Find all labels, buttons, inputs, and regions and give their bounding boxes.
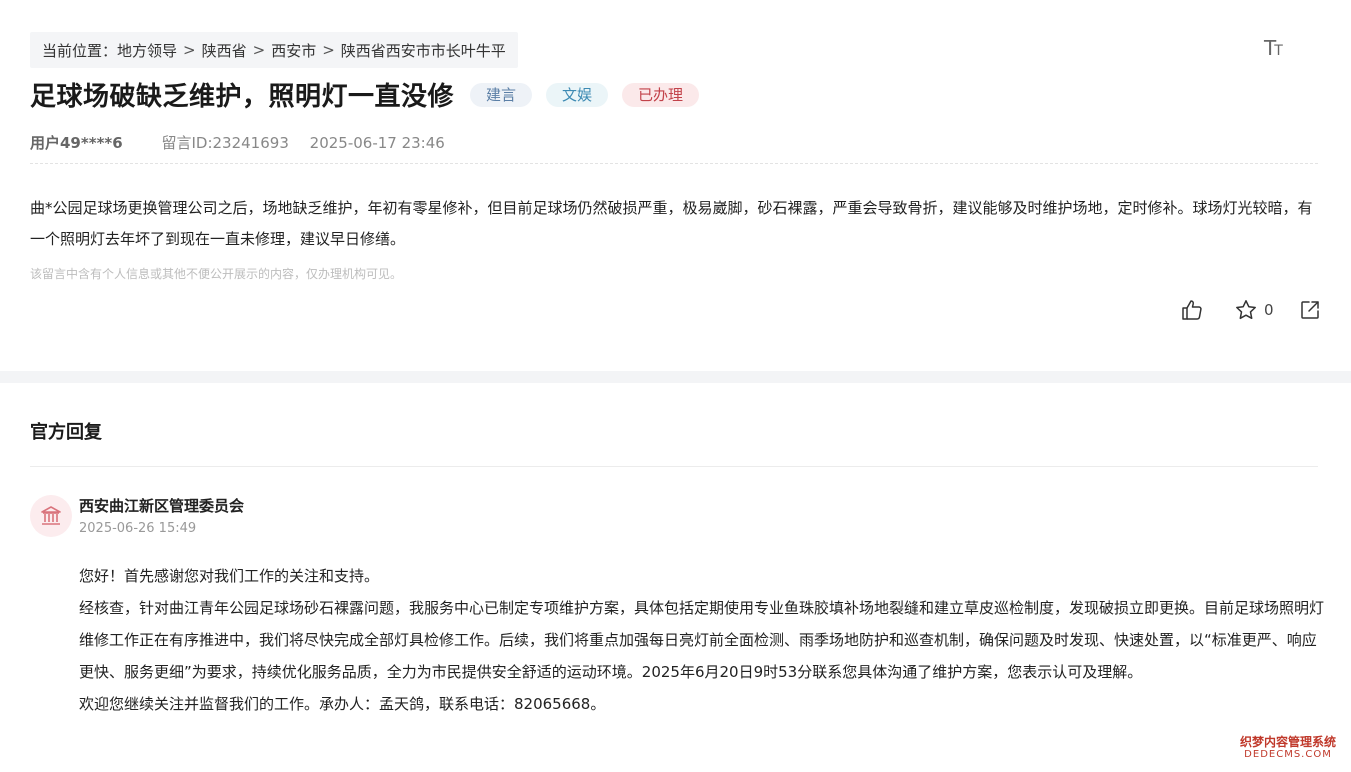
watermark-logo: 织梦内容管理系统 DEDECMS.COM (1240, 736, 1336, 760)
font-size-icon[interactable]: TT (1264, 36, 1283, 60)
post-actions: 0 (1180, 298, 1322, 322)
reply-heading: 官方回复 (30, 422, 102, 443)
breadcrumb-item-city[interactable]: 西安市 (271, 40, 316, 61)
share-button[interactable] (1298, 298, 1322, 322)
divider (30, 163, 1318, 164)
favorite-count: 0 (1264, 301, 1274, 319)
star-icon (1236, 300, 1256, 320)
post-user: 用户49****6 (30, 134, 123, 152)
watermark-line1: 织梦内容管理系统 (1240, 735, 1337, 749)
post-body: 曲*公园足球场更换管理公司之后，场地缺乏维护，年初有零星修补，但目前足球场仍然破… (30, 199, 1313, 248)
breadcrumb-separator: > (252, 41, 266, 59)
favorite-button[interactable]: 0 (1234, 298, 1274, 322)
thumbs-up-icon (1182, 300, 1202, 320)
watermark-line2: DEDECMS.COM (1244, 749, 1332, 760)
tag-culture: 文娱 (546, 82, 609, 107)
avatar (30, 495, 72, 537)
page: 当前位置： 地方领导 > 陕西省 > 西安市 > 陕西省西安市市长叶牛平 TT … (0, 0, 1351, 772)
government-building-icon (41, 506, 61, 525)
like-button[interactable] (1180, 298, 1204, 322)
breadcrumb: 当前位置： 地方领导 > 陕西省 > 西安市 > 陕西省西安市市长叶牛平 (30, 32, 518, 68)
divider (30, 466, 1318, 467)
org-name: 西安曲江新区管理委员会 (79, 497, 245, 515)
tag-suggestion: 建言 (470, 82, 533, 107)
breadcrumb-item-province[interactable]: 陕西省 (202, 40, 247, 61)
breadcrumb-prefix: 当前位置： (42, 41, 118, 60)
reply-body: 您好！首先感谢您对我们工作的关注和支持。 经核查，针对曲江青年公园足球场砂石裸露… (79, 560, 1324, 720)
post-message-id: 留言ID:23241693 (161, 134, 289, 152)
reply-paragraph: 您好！首先感谢您对我们工作的关注和支持。 (79, 567, 380, 585)
title-row: 足球场破缺乏维护，照明灯一直没修 建言 文娱 已办理 (30, 76, 700, 113)
breadcrumb-separator: > (322, 41, 335, 59)
post-datetime: 2025-06-17 23:46 (309, 134, 445, 152)
post-meta: 用户49****6 留言ID:23241693 2025-06-17 23:46 (30, 132, 445, 153)
status-badge: 已办理 (622, 82, 700, 107)
page-title: 足球场破缺乏维护，照明灯一直没修 (30, 82, 455, 112)
breadcrumb-item-leader[interactable]: 陕西省西安市市长叶牛平 (341, 40, 506, 61)
breadcrumb-item-region[interactable]: 地方领导 (117, 40, 177, 61)
share-icon (1300, 301, 1319, 319)
reply-paragraph: 欢迎您继续关注并监督我们的工作。承办人：孟天鸽，联系电话：82065668。 (79, 695, 606, 713)
privacy-notice: 该留言中含有个人信息或其他不便公开展示的内容，仅办理机构可见。 (30, 267, 403, 281)
section-separator (0, 371, 1351, 383)
reply-datetime: 2025-06-26 15:49 (79, 521, 197, 536)
reply-paragraph: 经核查，针对曲江青年公园足球场砂石裸露问题，我服务中心已制定专项维护方案，具体包… (79, 599, 1325, 681)
breadcrumb-separator: > (183, 41, 196, 59)
